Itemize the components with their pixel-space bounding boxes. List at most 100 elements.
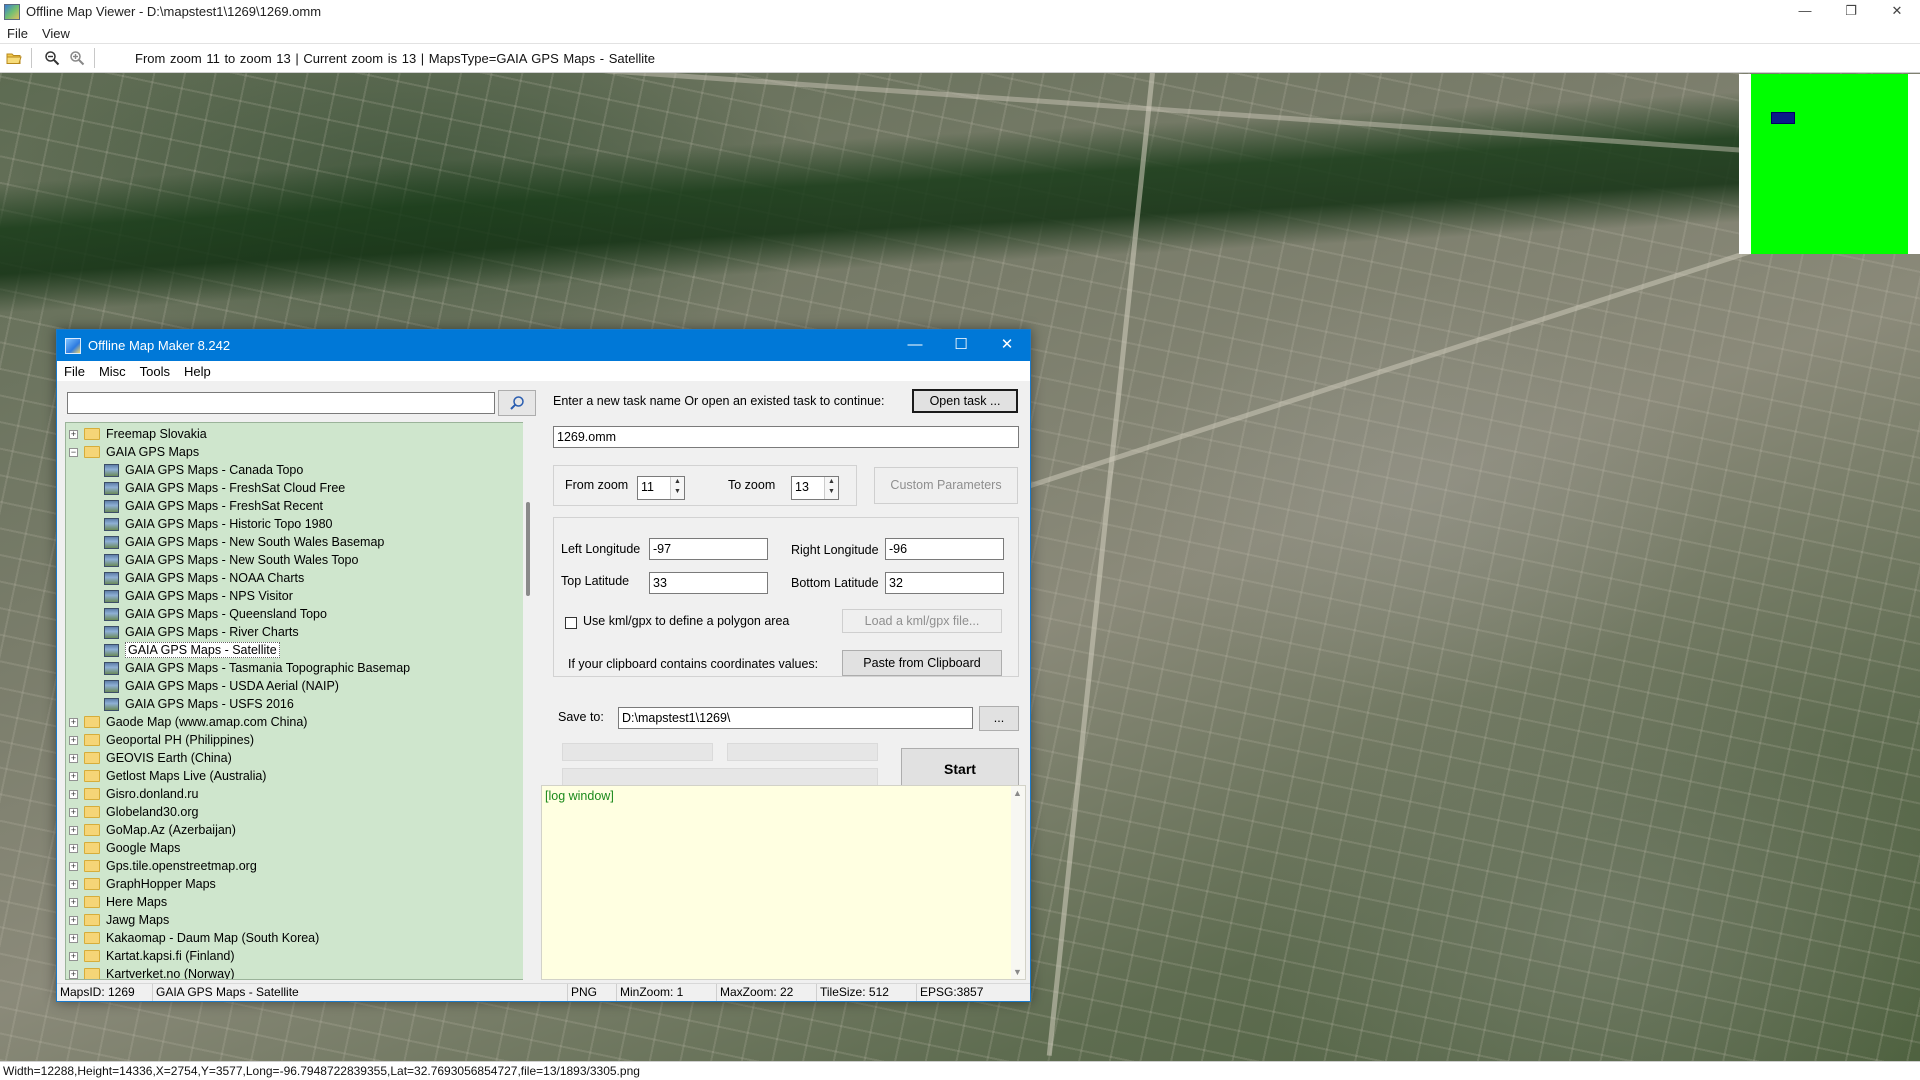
tree-map-item[interactable]: GAIA GPS Maps - NOAA Charts: [66, 569, 304, 587]
expand-icon[interactable]: +: [69, 915, 78, 925]
save-to-field[interactable]: D:\mapstest1\1269\: [618, 707, 973, 729]
from-zoom-value: 11: [641, 480, 654, 494]
expand-icon[interactable]: +: [69, 771, 78, 781]
expand-icon[interactable]: +: [69, 825, 78, 835]
tree-folder-item[interactable]: + Gps.tile.openstreetmap.org: [66, 857, 257, 875]
maximize-button[interactable]: ❐: [1828, 0, 1874, 23]
overview-minimap[interactable]: [1739, 74, 1920, 254]
tree-folder-item[interactable]: + Getlost Maps Live (Australia): [66, 767, 266, 785]
browse-folder-button[interactable]: ...: [979, 706, 1019, 731]
expand-icon[interactable]: +: [69, 861, 78, 871]
expand-icon[interactable]: +: [69, 843, 78, 853]
start-button[interactable]: Start: [901, 748, 1019, 790]
task-name-field[interactable]: 1269.omm: [553, 426, 1019, 448]
tree-item-label: GAIA GPS Maps - New South Wales Topo: [125, 553, 359, 567]
tree-item-label: Kartat.kapsi.fi (Finland): [106, 949, 235, 963]
expand-icon[interactable]: +: [69, 807, 78, 817]
tree-folder-item[interactable]: − GAIA GPS Maps: [66, 443, 199, 461]
menu-file[interactable]: File: [0, 26, 35, 41]
map-source-tree[interactable]: + Freemap Slovakia − GAIA GPS Maps GAIA GPS …: [65, 422, 525, 980]
paste-from-clipboard-button[interactable]: Paste from Clipboard: [842, 650, 1002, 676]
close-button[interactable]: ✕: [1874, 0, 1920, 23]
collapse-icon[interactable]: −: [69, 447, 78, 457]
tree-folder-item[interactable]: + Jawg Maps: [66, 911, 169, 929]
tree-map-item[interactable]: GAIA GPS Maps - New South Wales Basemap: [66, 533, 384, 551]
tree-folder-item[interactable]: + GEOVIS Earth (China): [66, 749, 232, 767]
tree-map-item[interactable]: GAIA GPS Maps - Historic Topo 1980: [66, 515, 333, 533]
zoom-out-icon[interactable]: [41, 47, 63, 69]
load-kml-button[interactable]: Load a kml/gpx file...: [842, 609, 1002, 633]
dialog-menu-file[interactable]: File: [57, 364, 92, 379]
tree-folder-item[interactable]: + Geoportal PH (Philippines): [66, 731, 254, 749]
tree-map-item[interactable]: GAIA GPS Maps - Queensland Topo: [66, 605, 327, 623]
use-kml-checkbox[interactable]: [565, 617, 577, 629]
map-layer-icon: [104, 517, 119, 531]
tree-map-item[interactable]: GAIA GPS Maps - USFS 2016: [66, 695, 294, 713]
tree-item-label: Kartverket.no (Norway): [106, 967, 235, 980]
open-task-button[interactable]: Open task ...: [912, 389, 1018, 413]
tree-map-item[interactable]: GAIA GPS Maps - FreshSat Recent: [66, 497, 323, 515]
progress-bar-1: [562, 743, 713, 761]
dialog-menu-tools[interactable]: Tools: [133, 364, 177, 379]
bottom-latitude-field[interactable]: 32: [885, 572, 1004, 594]
expand-icon[interactable]: +: [69, 429, 78, 439]
dialog-minimize-button[interactable]: —: [892, 330, 938, 361]
scroll-down-icon[interactable]: ▼: [1013, 967, 1022, 977]
tree-scrollbar[interactable]: [523, 422, 535, 980]
tree-map-item[interactable]: GAIA GPS Maps - New South Wales Topo: [66, 551, 358, 569]
expand-icon[interactable]: +: [69, 753, 78, 763]
tree-folder-item[interactable]: + Gaode Map (www.amap.com China): [66, 713, 307, 731]
folder-icon: [84, 428, 100, 440]
expand-icon[interactable]: +: [69, 717, 78, 727]
dialog-menu-misc[interactable]: Misc: [92, 364, 133, 379]
expand-icon[interactable]: +: [69, 879, 78, 889]
log-window[interactable]: [log window] ▲ ▼: [541, 785, 1026, 980]
tree-folder-item[interactable]: + Kartat.kapsi.fi (Finland): [66, 947, 235, 965]
expand-icon[interactable]: +: [69, 735, 78, 745]
open-folder-icon[interactable]: [3, 47, 25, 69]
tree-folder-item[interactable]: + Globeland30.org: [66, 803, 198, 821]
folder-icon: [84, 446, 100, 458]
expand-icon[interactable]: +: [69, 897, 78, 907]
from-zoom-stepper-icon[interactable]: ▲ ▼: [670, 477, 684, 499]
tree-folder-item[interactable]: + GoMap.Az (Azerbaijan): [66, 821, 236, 839]
expand-icon[interactable]: +: [69, 933, 78, 943]
map-search-button[interactable]: [498, 390, 536, 416]
tree-folder-item[interactable]: + GraphHopper Maps: [66, 875, 216, 893]
tree-map-item[interactable]: GAIA GPS Maps - Canada Topo: [66, 461, 303, 479]
tree-folder-item[interactable]: + Kartverket.no (Norway): [66, 965, 235, 980]
search-icon: [510, 396, 524, 410]
tree-map-item[interactable]: GAIA GPS Maps - River Charts: [66, 623, 299, 641]
zoom-in-icon[interactable]: [66, 47, 88, 69]
tree-scrollbar-thumb[interactable]: [526, 502, 530, 596]
expand-icon[interactable]: +: [69, 951, 78, 961]
dialog-menu-help[interactable]: Help: [177, 364, 218, 379]
folder-icon: [84, 716, 100, 728]
tree-folder-item[interactable]: + Freemap Slovakia: [66, 425, 207, 443]
dialog-maximize-button[interactable]: ☐: [938, 330, 984, 361]
tree-map-item[interactable]: GAIA GPS Maps - USDA Aerial (NAIP): [66, 677, 339, 695]
tree-folder-item[interactable]: + Gisro.donland.ru: [66, 785, 198, 803]
tree-folder-item[interactable]: + Here Maps: [66, 893, 167, 911]
tree-map-item[interactable]: GAIA GPS Maps - Satellite: [66, 641, 280, 659]
top-latitude-field[interactable]: 33: [649, 572, 768, 594]
left-longitude-field[interactable]: -97: [649, 538, 768, 560]
expand-icon[interactable]: +: [69, 969, 78, 979]
map-search-input[interactable]: [67, 392, 495, 414]
right-longitude-label: Right Longitude: [791, 543, 879, 557]
tree-folder-item[interactable]: + Google Maps: [66, 839, 180, 857]
tree-map-item[interactable]: GAIA GPS Maps - Tasmania Topographic Bas…: [66, 659, 410, 677]
tree-folder-item[interactable]: + Kakaomap - Daum Map (South Korea): [66, 929, 319, 947]
right-longitude-field[interactable]: -96: [885, 538, 1004, 560]
minimize-button[interactable]: —: [1782, 0, 1828, 23]
expand-icon[interactable]: +: [69, 789, 78, 799]
overview-viewport-marker[interactable]: [1771, 112, 1795, 124]
menu-view[interactable]: View: [35, 26, 77, 41]
dialog-close-button[interactable]: ✕: [984, 330, 1030, 361]
custom-parameters-button[interactable]: Custom Parameters: [874, 467, 1018, 504]
tree-map-item[interactable]: GAIA GPS Maps - NPS Visitor: [66, 587, 293, 605]
to-zoom-stepper-icon[interactable]: ▲ ▼: [824, 477, 838, 499]
scroll-up-icon[interactable]: ▲: [1013, 788, 1022, 798]
log-scrollbar[interactable]: ▲ ▼: [1011, 786, 1025, 979]
tree-map-item[interactable]: GAIA GPS Maps - FreshSat Cloud Free: [66, 479, 345, 497]
